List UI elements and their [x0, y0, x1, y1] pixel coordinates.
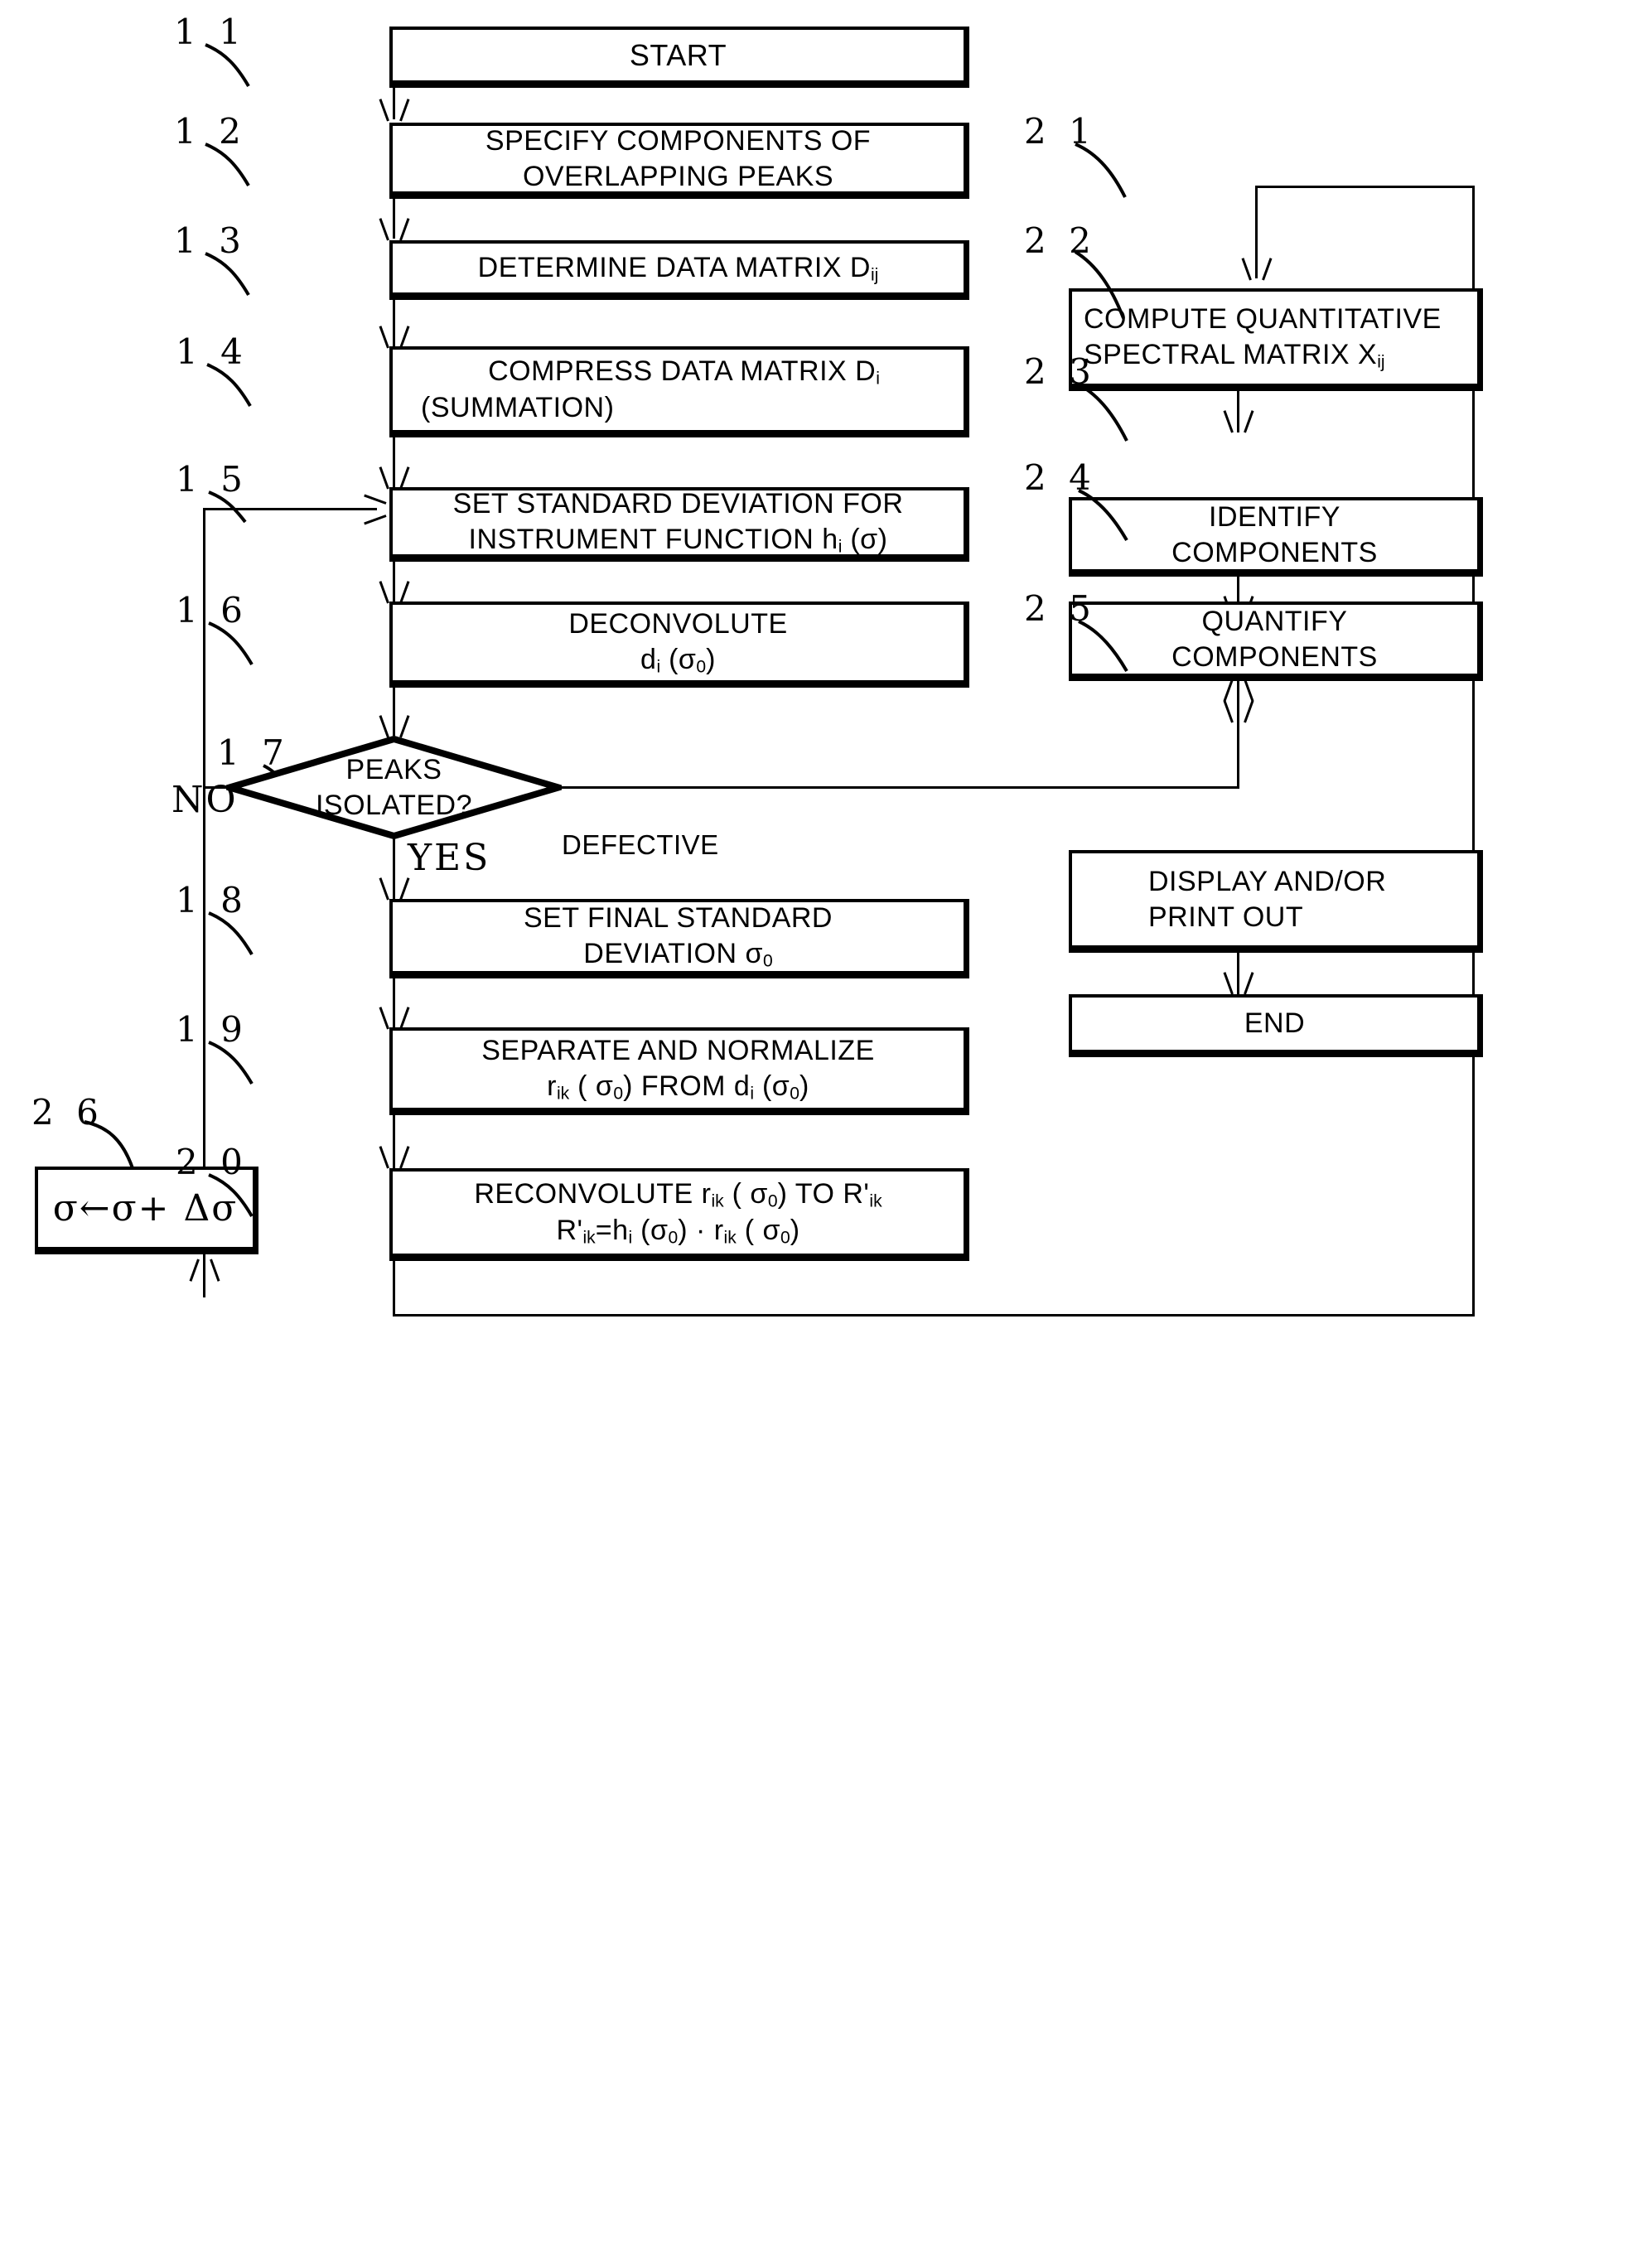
node-19-separate-and-normalize: SEPARATE AND NORMALIZE rik ( σ0) FROM di…: [389, 1027, 969, 1115]
edge-26-into-15: [203, 508, 377, 510]
node-22-line2: COMPONENTS: [1171, 536, 1378, 568]
arrowhead-loop-21: [1244, 257, 1269, 278]
arrowhead-19-20: [382, 1145, 407, 1167]
node-15-set-standard-deviation: SET STANDARD DEVIATION FOR INSTRUMENT FU…: [389, 487, 969, 562]
node-16-line2: di (σ0): [640, 643, 716, 677]
leader-16: [207, 621, 273, 668]
leader-22: [1074, 250, 1150, 321]
node-20-line1: RECONVOLUTE rik ( σ0) TO R'ik: [474, 1177, 882, 1211]
node-12-line2: OVERLAPPING PEAKS: [522, 160, 834, 192]
node-13-determine-data-matrix: DETERMINE DATA MATRIX Dij: [389, 240, 969, 300]
label-defective-line1: DEFECTIVE: [562, 829, 719, 861]
node-25-line1: END: [1244, 1007, 1306, 1040]
arrowhead-15-16: [382, 580, 407, 601]
leader-20: [207, 1173, 273, 1220]
arrowhead-16-17: [382, 714, 407, 736]
leader-23: [1077, 383, 1153, 444]
edge-26-riser: [203, 508, 205, 856]
leader-14: [205, 363, 272, 409]
leader-11: [204, 43, 270, 89]
node-17-label: PEAKS ISOLATED?: [226, 736, 562, 839]
node-22-line1: IDENTIFY: [1209, 501, 1340, 533]
node-24-line2: PRINT OUT: [1148, 901, 1304, 933]
node-14-compress-data-matrix: COMPRESS DATA MATRIX Di (SUMMATION): [389, 346, 969, 437]
node-23-line1: QUANTIFY: [1201, 606, 1348, 637]
node-24-display-print: DISPLAY AND/OR PRINT OUT: [1069, 850, 1483, 953]
node-15-line2: INSTRUMENT FUNCTION hi (σ): [468, 523, 888, 557]
arrowhead-26-15: [363, 497, 384, 522]
node-16-deconvolute: DECONVOLUTE di (σ0): [389, 601, 969, 688]
node-17-peaks-isolated: PEAKS ISOLATED?: [226, 736, 562, 839]
node-14-line1: COMPRESS DATA MATRIX Di: [488, 355, 880, 389]
node-18-line2: DEVIATION σ0: [583, 937, 773, 971]
leader-12: [204, 143, 270, 189]
arrowhead-13-14: [382, 325, 407, 346]
node-17-line2: ISOLATED?: [315, 789, 473, 821]
node-18-line1: SET FINAL STANDARD: [524, 902, 833, 935]
node-16-line1: DECONVOLUTE: [568, 608, 788, 640]
node-25-end: END: [1069, 994, 1483, 1057]
node-12-specify-components: SPECIFY COMPONENTS OF OVERLAPPING PEAKS: [389, 123, 969, 199]
leader-25: [1077, 620, 1153, 674]
node-19-line2: rik ( σ0) FROM di (σ0): [547, 1070, 809, 1104]
node-14-line2: (SUMMATION): [421, 392, 615, 424]
label-yes: YES: [408, 837, 491, 879]
leader-13: [204, 252, 270, 298]
edge-20-down: [393, 1261, 395, 1314]
arrowhead-18-19: [382, 1006, 407, 1027]
node-24-line1: DISPLAY AND/OR: [1148, 866, 1387, 897]
leader-24: [1077, 489, 1153, 544]
arrowhead-23-24: [1226, 699, 1251, 721]
arrowhead-14-15: [382, 466, 407, 487]
edge-20-bottom: [393, 1314, 1475, 1317]
edge-loop-top: [1255, 186, 1475, 188]
arrowhead-12-13: [382, 217, 407, 239]
node-20-line2: R'ik=hi (σ0) · rik ( σ0): [556, 1214, 800, 1248]
edge-17-defective: [558, 786, 1239, 789]
node-11-start: START: [389, 27, 969, 88]
arrowhead-11-12: [382, 98, 407, 119]
node-21-line2: SPECTRAL MATRIX Xij: [1084, 338, 1385, 372]
arrowhead-21-22: [1226, 409, 1251, 431]
arrowhead-24-25: [1226, 971, 1251, 993]
node-23-line2: COMPONENTS: [1171, 640, 1378, 673]
node-19-line1: SEPARATE AND NORMALIZE: [481, 1035, 875, 1067]
node-20-reconvolute: RECONVOLUTE rik ( σ0) TO R'ik R'ik=hi (σ…: [389, 1168, 969, 1261]
node-15-line1: SET STANDARD DEVIATION FOR: [452, 488, 904, 520]
node-12-line1: SPECIFY COMPONENTS OF: [485, 125, 872, 157]
node-13-line1: DETERMINE DATA MATRIX Dij: [477, 251, 879, 285]
leader-18: [207, 911, 273, 958]
node-18-set-final-standard-deviation: SET FINAL STANDARD DEVIATION σ0: [389, 899, 969, 978]
leader-19: [207, 1041, 273, 1087]
arrowhead-yes-18: [382, 877, 407, 898]
arrowhead-no-26: [192, 1259, 217, 1281]
leader-21: [1074, 143, 1150, 200]
flowchart-canvas: 1 1 START 1 2 SPECIFY COMPONENTS OF OVER…: [0, 0, 1652, 2261]
node-17-line1: PEAKS: [345, 754, 442, 785]
node-11-line1: START: [629, 38, 727, 72]
leader-26: [83, 1120, 157, 1172]
